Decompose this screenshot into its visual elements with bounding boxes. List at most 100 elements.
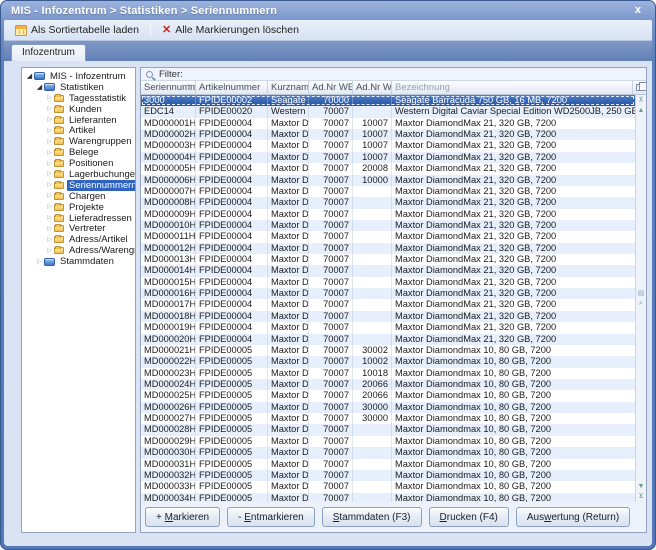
collapse-arrow-icon[interactable]: ▷ bbox=[45, 182, 54, 188]
column-chooser-button[interactable] bbox=[633, 81, 646, 94]
table-row[interactable]: MD000020HDFPIDE00004Maxtor Dia70007Maxto… bbox=[141, 334, 635, 345]
tree-item-vertreter[interactable]: ▷Vertreter bbox=[22, 223, 135, 234]
tree-item-warengruppen[interactable]: ▷Warengruppen bbox=[22, 136, 135, 147]
tab-infozentrum[interactable]: Infozentrum bbox=[11, 44, 86, 61]
tree-item-projekte[interactable]: ▷Projekte bbox=[22, 202, 135, 213]
table-row[interactable]: MD000005HDFPIDE00004Maxtor Dia7000720008… bbox=[141, 163, 635, 174]
filter-label: Filter: bbox=[159, 69, 183, 80]
table-row[interactable]: MD000023HDFPIDE00005Maxtor Dia7000710018… bbox=[141, 368, 635, 379]
tree-item-lieferanten[interactable]: ▷Lieferanten bbox=[22, 115, 135, 126]
table-row[interactable]: MD000014HDFPIDE00004Maxtor Dia70007Maxto… bbox=[141, 265, 635, 276]
tree-item-belege[interactable]: ▷Belege bbox=[22, 147, 135, 158]
table-row[interactable]: MD000021HDFPIDE00005Maxtor Dia7000730002… bbox=[141, 345, 635, 356]
table-row[interactable]: MD000028HDFPIDE00005Maxtor Dia70007Maxto… bbox=[141, 424, 635, 435]
tree-item-statistiken[interactable]: ◢Statistiken bbox=[22, 82, 135, 93]
collapse-arrow-icon[interactable]: ▷ bbox=[45, 117, 54, 123]
collapse-arrow-icon[interactable]: ▷ bbox=[45, 161, 54, 167]
table-row[interactable]: MD000012HDFPIDE00004Maxtor Dia70007Maxto… bbox=[141, 243, 635, 254]
table-row[interactable]: MD000017HDFPIDE00004Maxtor Dia70007Maxto… bbox=[141, 299, 635, 310]
column-header-ad-nr-we[interactable]: Ad.Nr WE bbox=[309, 81, 353, 94]
cell-ad-nr-wa: 20066 bbox=[353, 379, 392, 390]
stammdaten-f3-button[interactable]: Stammdaten (F3) bbox=[322, 507, 422, 527]
table-row[interactable]: MD000002HDFPIDE00004Maxtor Dia7000710007… bbox=[141, 129, 635, 140]
table-row[interactable]: MD000001HDFPIDE00004Maxtor Dia7000710007… bbox=[141, 118, 635, 129]
table-row[interactable]: MD000013HDFPIDE00004Maxtor Dia70007Maxto… bbox=[141, 254, 635, 265]
tree-item-chargen[interactable]: ▷Chargen bbox=[22, 191, 135, 202]
filter-row[interactable]: Filter: bbox=[141, 68, 646, 81]
entmarkieren-button[interactable]: - Entmarkieren bbox=[227, 507, 315, 527]
collapse-arrow-icon[interactable]: ▷ bbox=[45, 193, 54, 199]
table-row[interactable]: MD000019HDFPIDE00004Maxtor Dia70007Maxto… bbox=[141, 322, 635, 333]
expand-arrow-icon[interactable]: ◢ bbox=[35, 84, 44, 91]
collapse-arrow-icon[interactable]: ▷ bbox=[45, 204, 54, 210]
table-row[interactable]: MD000018HDFPIDE00004Maxtor Dia70007Maxto… bbox=[141, 311, 635, 322]
table-row[interactable]: MD000025HDFPIDE00005Maxtor Dia7000720066… bbox=[141, 390, 635, 401]
search-icon[interactable]: ⌕ bbox=[639, 300, 643, 307]
collapse-arrow-icon[interactable]: ▷ bbox=[45, 95, 54, 101]
load-sort-table-button[interactable]: Als Sortiertabelle laden bbox=[10, 23, 144, 37]
column-header-bezeichnung[interactable]: Bezeichnung bbox=[392, 81, 633, 94]
column-header-kurzname[interactable]: Kurzname bbox=[268, 81, 309, 94]
collapse-arrow-icon[interactable]: ▷ bbox=[45, 106, 54, 112]
collapse-arrow-icon[interactable]: ▷ bbox=[45, 237, 54, 243]
scroll-up-icon[interactable]: ▲ bbox=[638, 107, 645, 114]
collapse-arrow-icon[interactable]: ▷ bbox=[35, 259, 44, 265]
tree-item-adress-artikel[interactable]: ▷Adress/Artikel bbox=[22, 234, 135, 245]
auswertung-return-button[interactable]: Auswertung (Return) bbox=[516, 507, 630, 527]
collapse-arrow-icon[interactable]: ▷ bbox=[45, 248, 54, 254]
tree-item-kunden[interactable]: ▷Kunden bbox=[22, 104, 135, 115]
tree-item-lagerbuchungen[interactable]: ▷Lagerbuchungen bbox=[22, 169, 135, 180]
clear-marks-button[interactable]: ✕ Alle Markierungen löschen bbox=[157, 23, 304, 37]
tree-item-adress-warengruppen[interactable]: ▷Adress/Warengruppen bbox=[22, 245, 135, 256]
tree-item-mis-infozentrum[interactable]: ◢MIS - Infozentrum bbox=[22, 71, 135, 82]
collapse-arrow-icon[interactable]: ▷ bbox=[45, 171, 54, 177]
table-row[interactable]: MD000009HDFPIDE00004Maxtor Dia70007Maxto… bbox=[141, 209, 635, 220]
collapse-arrow-icon[interactable]: ▷ bbox=[45, 215, 54, 221]
scroll-to-top-icon[interactable]: ⊼ bbox=[638, 97, 643, 104]
column-header-ad-nr-wa[interactable]: Ad.Nr WA bbox=[353, 81, 392, 94]
tree-item-tagesstatistik[interactable]: ▷Tagesstatistik bbox=[22, 93, 135, 104]
vertical-scrollbar[interactable]: ⊼ ▲ ▤ ⌕ ▼ ⊻ bbox=[635, 95, 646, 502]
close-icon[interactable]: x bbox=[632, 4, 644, 17]
tree-item-stammdaten[interactable]: ▷Stammdaten bbox=[22, 256, 135, 267]
collapse-arrow-icon[interactable]: ▷ bbox=[45, 128, 54, 134]
scroll-to-bottom-icon[interactable]: ⊻ bbox=[638, 493, 643, 500]
table-row[interactable]: MD000010HDFPIDE00004Maxtor Dia70007Maxto… bbox=[141, 220, 635, 231]
tree-item-lieferadressen[interactable]: ▷Lieferadressen bbox=[22, 213, 135, 224]
collapse-arrow-icon[interactable]: ▷ bbox=[45, 226, 54, 232]
table-row[interactable]: MD000033HDFPIDE00005Maxtor Dia70007Maxto… bbox=[141, 481, 635, 492]
expand-arrow-icon[interactable]: ◢ bbox=[25, 73, 34, 80]
table-row[interactable]: MD000015HDFPIDE00004Maxtor Dia70007Maxto… bbox=[141, 277, 635, 288]
table-row[interactable]: MD000027HDFPIDE00005Maxtor Dia7000730000… bbox=[141, 413, 635, 424]
column-header-artikelnummer[interactable]: Artikelnummer bbox=[196, 81, 268, 94]
table-row[interactable]: MD000032HDFPIDE00005Maxtor Dia70007Maxto… bbox=[141, 470, 635, 481]
collapse-arrow-icon[interactable]: ▷ bbox=[45, 150, 54, 156]
table-row[interactable]: MD000006HDFPIDE00004Maxtor Dia7000710000… bbox=[141, 175, 635, 186]
table-row[interactable]: MD000031HDFPIDE00005Maxtor Dia70007Maxto… bbox=[141, 459, 635, 470]
grid-view-icon[interactable]: ▤ bbox=[638, 290, 645, 297]
table-row[interactable]: MD000004HDFPIDE00004Maxtor Dia7000710007… bbox=[141, 152, 635, 163]
table-row[interactable]: EDC14FPIDE00020Western Di70007Western Di… bbox=[141, 106, 635, 117]
table-row[interactable]: MD000024HDFPIDE00005Maxtor Dia7000720066… bbox=[141, 379, 635, 390]
column-header-seriennummer[interactable]: Seriennummer▼ bbox=[141, 81, 196, 94]
table-row[interactable]: 3000FPIDE00002Seagate Ba70000Seagate Bar… bbox=[141, 95, 635, 106]
scroll-down-icon[interactable]: ▼ bbox=[638, 483, 645, 490]
table-row[interactable]: MD000034HDFPIDE00005Maxtor Dia70007Maxto… bbox=[141, 493, 635, 502]
cell-ad-nr-we: 70007 bbox=[309, 118, 353, 129]
table-row[interactable]: MD000003HDFPIDE00004Maxtor Dia7000710007… bbox=[141, 140, 635, 151]
table-row[interactable]: MD000030HDFPIDE00005Maxtor Dia70007Maxto… bbox=[141, 447, 635, 458]
table-row[interactable]: MD000022HDFPIDE00005Maxtor Dia7000710002… bbox=[141, 356, 635, 367]
table-row[interactable]: MD000008HDFPIDE00004Maxtor Dia70007Maxto… bbox=[141, 197, 635, 208]
table-row[interactable]: MD000016HDFPIDE00004Maxtor Dia70007Maxto… bbox=[141, 288, 635, 299]
table-row[interactable]: MD000029HDFPIDE00005Maxtor Dia70007Maxto… bbox=[141, 436, 635, 447]
markieren-button[interactable]: + Markieren bbox=[145, 507, 220, 527]
table-row[interactable]: MD000026HDFPIDE00005Maxtor Dia7000730000… bbox=[141, 402, 635, 413]
tree-item-positionen[interactable]: ▷Positionen bbox=[22, 158, 135, 169]
tree-item-seriennummern[interactable]: ▷Seriennummern bbox=[22, 180, 135, 191]
cell-seriennummer: MD000032HD bbox=[141, 470, 196, 481]
tree-item-artikel[interactable]: ▷Artikel bbox=[22, 125, 135, 136]
table-row[interactable]: MD000007HDFPIDE00004Maxtor Dia70007Maxto… bbox=[141, 186, 635, 197]
collapse-arrow-icon[interactable]: ▷ bbox=[45, 139, 54, 145]
table-row[interactable]: MD000011HDFPIDE00004Maxtor Dia70007Maxto… bbox=[141, 231, 635, 242]
drucken-f4-button[interactable]: Drucken (F4) bbox=[429, 507, 509, 527]
